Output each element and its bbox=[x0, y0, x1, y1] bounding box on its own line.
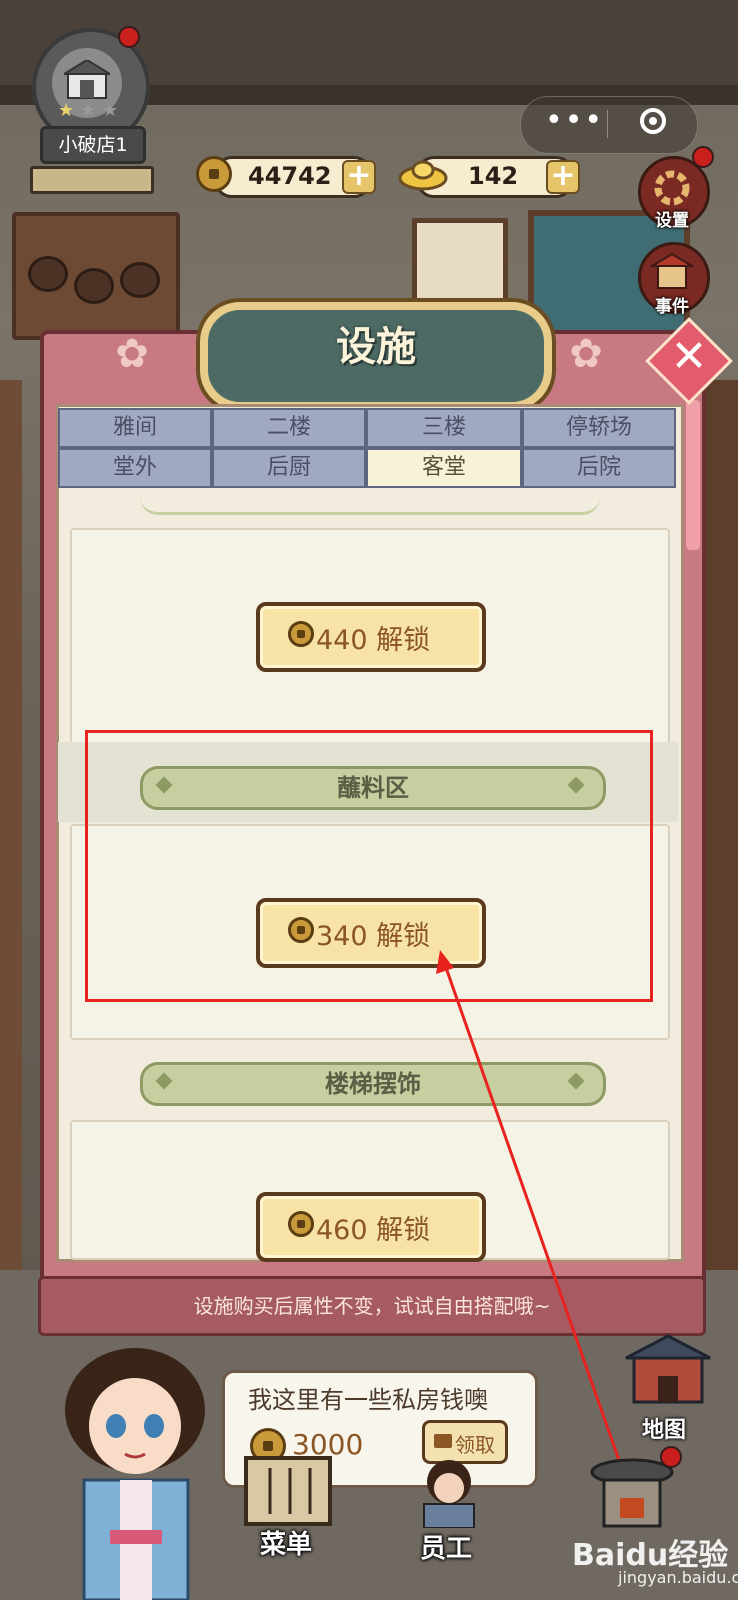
stove-notification-dot bbox=[660, 1446, 682, 1468]
watermark-url: jingyan.baidu.com bbox=[618, 1568, 738, 1587]
staff-label[interactable]: 员工 bbox=[420, 1528, 472, 1565]
map-label: 地图 bbox=[642, 1418, 687, 1443]
menu-label[interactable]: 菜单 bbox=[260, 1524, 312, 1561]
bubble-message: 我这里有一些私房钱噢 bbox=[248, 1386, 488, 1414]
menu-board-icon[interactable] bbox=[240, 1450, 336, 1530]
video-ad-icon bbox=[434, 1434, 452, 1448]
staff-icon[interactable] bbox=[404, 1456, 494, 1528]
shopkeeper-girl-avatar bbox=[65, 1348, 205, 1600]
map-building-icon[interactable] bbox=[622, 1332, 714, 1412]
